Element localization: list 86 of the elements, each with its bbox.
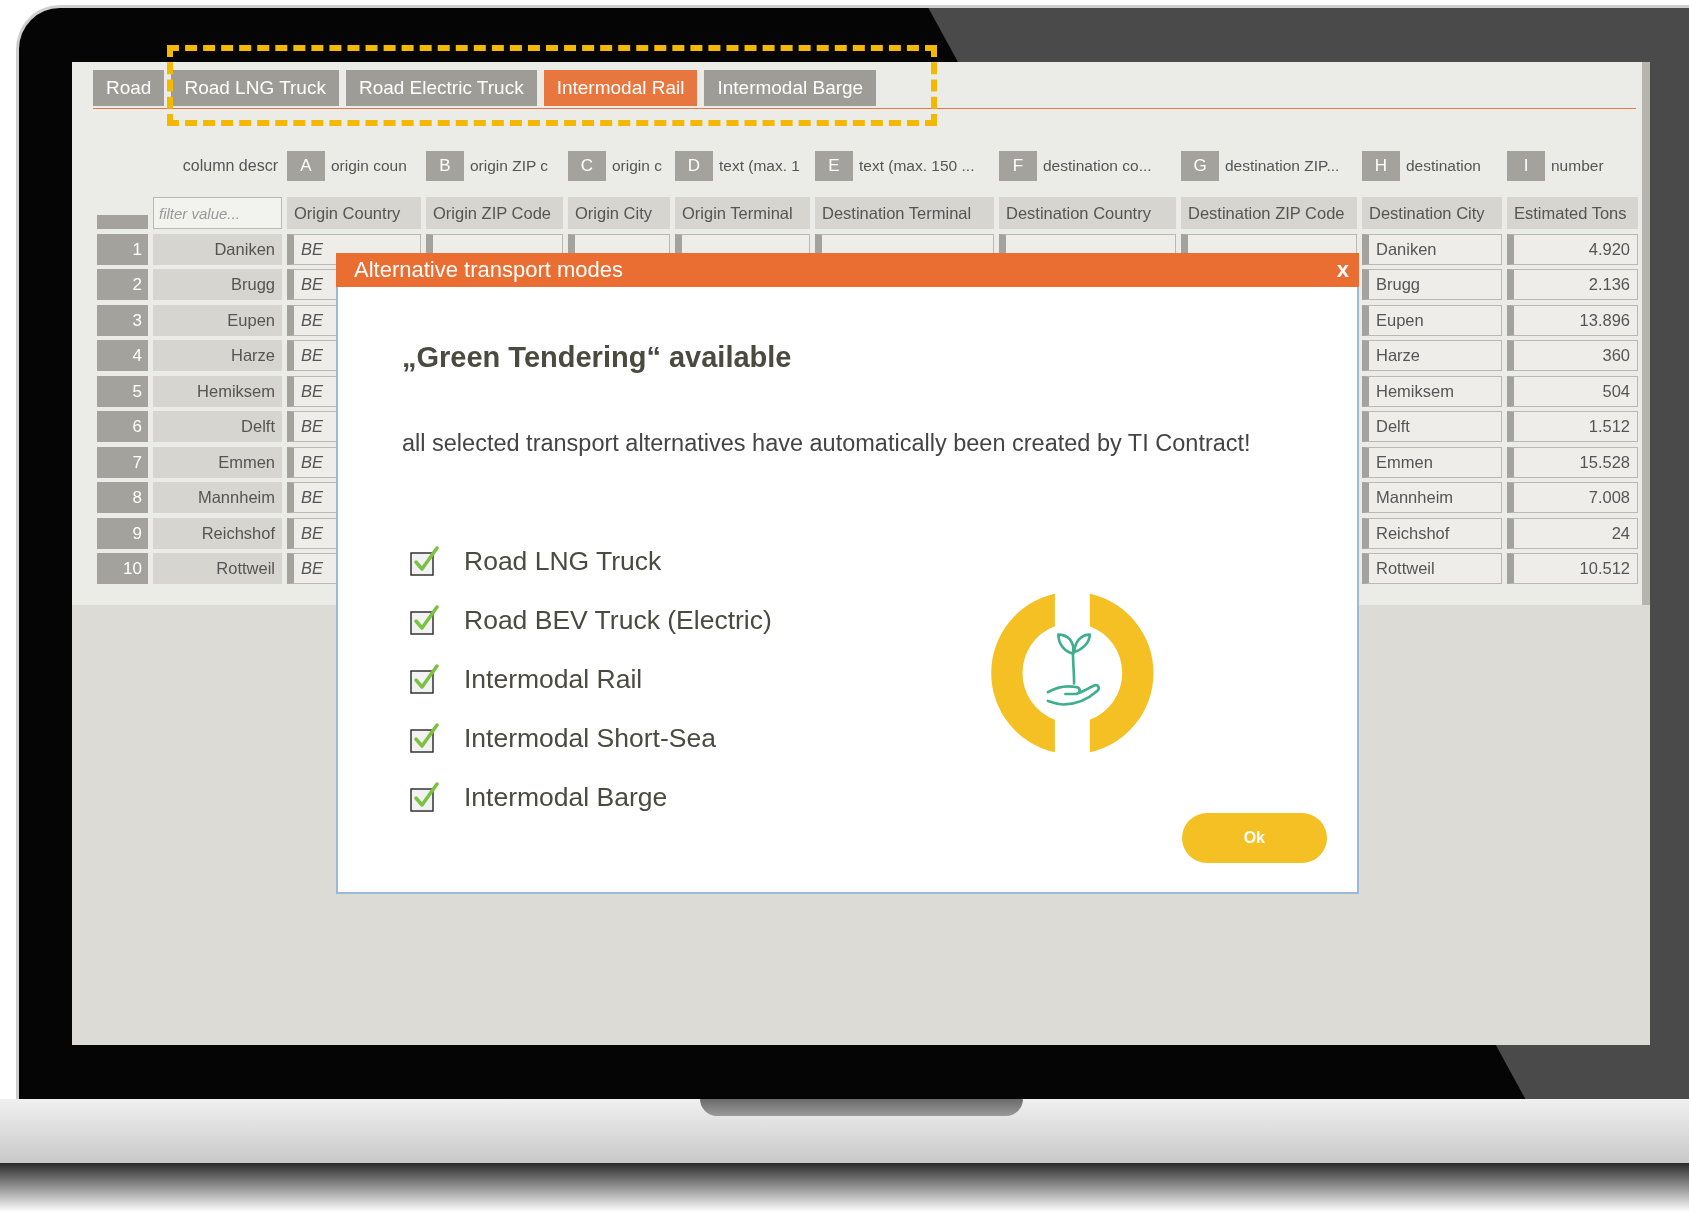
column-header[interactable]: Origin City xyxy=(568,197,670,229)
option-label: Intermodal Rail xyxy=(464,663,643,695)
table-cell: Reichshof xyxy=(153,517,282,549)
table-cell: Hemiksem xyxy=(153,375,282,407)
table-cell: 15.528 xyxy=(1507,446,1638,478)
table-cell: Delft xyxy=(153,411,282,442)
table-cell: 1.512 xyxy=(1507,411,1638,442)
table-cell: Rottweil xyxy=(1362,553,1502,584)
table-cell: 504 xyxy=(1507,375,1638,407)
column-letter: B xyxy=(426,151,464,181)
table-cell: Eupen xyxy=(1362,304,1502,336)
column-header[interactable]: Estimated Tons xyxy=(1507,197,1638,229)
column-header[interactable]: Destination ZIP Code xyxy=(1181,197,1357,229)
table-cell: Mannheim xyxy=(1362,482,1502,513)
column-letter: I xyxy=(1507,151,1545,181)
table-cell: Eupen xyxy=(153,304,282,336)
table-cell: Emmen xyxy=(153,446,282,478)
row-number: 9 xyxy=(97,517,148,549)
column-letter: E xyxy=(815,151,853,181)
option-label: Intermodal Short-Sea xyxy=(464,722,716,754)
checkbox[interactable] xyxy=(410,546,440,576)
row-number: 4 xyxy=(97,340,148,371)
column-description: destination ZIP... xyxy=(1225,157,1340,175)
column-letter: F xyxy=(999,151,1037,181)
column-description-label: column descr xyxy=(181,157,279,175)
checkbox[interactable] xyxy=(410,782,440,812)
column-description: origin coun xyxy=(331,157,407,175)
column-letter: D xyxy=(675,151,713,181)
column-header[interactable]: Destination Country xyxy=(999,197,1176,229)
checkbox[interactable] xyxy=(410,605,440,635)
checkbox[interactable] xyxy=(410,723,440,753)
column-description: text (max. 150 ... xyxy=(859,157,975,175)
option-label: Road BEV Truck (Electric) xyxy=(464,604,772,636)
column-description: origin c xyxy=(612,157,662,175)
table-cell: Daniken xyxy=(153,233,282,265)
tab[interactable]: Road LNG Truck xyxy=(171,70,339,106)
tab[interactable]: Road xyxy=(93,70,165,106)
column-header[interactable]: Origin ZIP Code xyxy=(426,197,563,229)
column-letter: G xyxy=(1181,151,1219,181)
table-cell: Hemiksem xyxy=(1362,375,1502,407)
column-header[interactable]: Origin Country xyxy=(287,197,421,229)
column-description: destination co... xyxy=(1043,157,1152,175)
row-number: 1 xyxy=(97,233,148,265)
column-header[interactable]: Origin Terminal xyxy=(675,197,810,229)
table-cell: Harze xyxy=(1362,340,1502,371)
table-cell: 4.920 xyxy=(1507,233,1638,265)
tab[interactable]: Road Electric Truck xyxy=(345,70,537,106)
column-description: destination xyxy=(1406,157,1481,175)
close-button[interactable]: x xyxy=(1332,257,1353,283)
column-description: text (max. 1 xyxy=(719,157,800,175)
option-label: Intermodal Barge xyxy=(464,781,668,813)
table-cell: Brugg xyxy=(1362,269,1502,300)
table-cell: 2.136 xyxy=(1507,269,1638,300)
row-number: 2 xyxy=(97,269,148,300)
row-number: 10 xyxy=(97,553,148,584)
column-letter: A xyxy=(287,151,325,181)
table-cell: 10.512 xyxy=(1507,553,1638,584)
table-cell: Delft xyxy=(1362,411,1502,442)
column-letter: C xyxy=(568,151,606,181)
column-letter: H xyxy=(1362,151,1400,181)
table-cell: Daniken xyxy=(1362,233,1502,265)
filter-field[interactable]: filter value... xyxy=(153,197,282,229)
column-description: origin ZIP c xyxy=(470,157,549,175)
checkbox[interactable] xyxy=(410,664,440,694)
row-number: 7 xyxy=(97,446,148,478)
tab[interactable]: Intermodal Rail xyxy=(543,70,698,106)
column-header[interactable]: Destination Terminal xyxy=(815,197,994,229)
row-number: 3 xyxy=(97,304,148,336)
table-cell: Rottweil xyxy=(153,553,282,584)
table-cell: Brugg xyxy=(153,269,282,300)
table-cell: 360 xyxy=(1507,340,1638,371)
row-number: 6 xyxy=(97,411,148,442)
column-header[interactable]: Destination City xyxy=(1362,197,1502,229)
table-cell: Reichshof xyxy=(1362,517,1502,549)
table-cell: Emmen xyxy=(1362,446,1502,478)
row-number: 8 xyxy=(97,482,148,513)
table-cell: 13.896 xyxy=(1507,304,1638,336)
row-number: 5 xyxy=(97,375,148,407)
column-description: number xyxy=(1551,157,1604,175)
table-cell: Harze xyxy=(153,340,282,371)
table-cell: 7.008 xyxy=(1507,482,1638,513)
table-cell: 24 xyxy=(1507,517,1638,549)
tab[interactable]: Intermodal Barge xyxy=(704,70,877,106)
table-cell: Mannheim xyxy=(153,482,282,513)
option-label: Road LNG Truck xyxy=(464,545,662,577)
header-corner xyxy=(97,215,148,229)
